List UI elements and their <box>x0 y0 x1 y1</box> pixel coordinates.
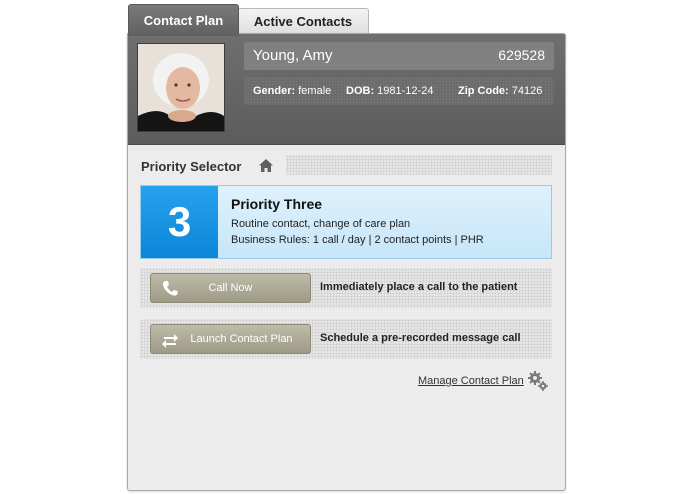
patient-name: Young, Amy <box>253 47 333 64</box>
call-now-row: Call Now Immediately place a call to the… <box>140 268 552 308</box>
gear-icon[interactable] <box>527 370 549 392</box>
call-now-label: Call Now <box>208 282 253 294</box>
priority-selector-divider <box>286 155 552 175</box>
launch-contact-plan-button[interactable]: Launch Contact Plan <box>150 324 311 354</box>
zip-value: 74126 <box>511 85 543 97</box>
dob-label: DOB: <box>346 85 375 97</box>
dob-value: 1981-12-24 <box>377 85 434 97</box>
patient-details: Gender: female DOB: 1981-12-24 Zip Code:… <box>244 77 554 105</box>
home-icon[interactable] <box>258 158 274 173</box>
priority-description: Routine contact, change of care plan <box>231 218 411 230</box>
patient-id: 629528 <box>498 47 545 63</box>
priority-title: Priority Three <box>231 196 323 212</box>
gender-label: Gender: <box>253 85 296 97</box>
call-now-button[interactable]: Call Now <box>150 273 311 303</box>
priority-card[interactable]: 3 Priority Three Routine contact, change… <box>140 185 552 259</box>
zip-label: Zip Code: <box>458 85 509 97</box>
call-now-description: Immediately place a call to the patient <box>320 281 518 293</box>
gender-value: female <box>298 85 332 97</box>
contact-plan-panel: Young, Amy 629528 Gender: female DOB: 19… <box>127 33 566 491</box>
manage-contact-plan-link[interactable]: Manage Contact Plan <box>418 375 524 387</box>
tab-active-contacts[interactable]: Active Contacts <box>237 8 369 34</box>
patient-header: Young, Amy 629528 Gender: female DOB: 19… <box>128 34 565 145</box>
launch-contact-plan-label: Launch Contact Plan <box>190 333 293 345</box>
priority-selector-title: Priority Selector <box>141 159 242 174</box>
priority-number: 3 <box>141 186 218 258</box>
patient-photo <box>137 43 225 132</box>
tab-contact-plan[interactable]: Contact Plan <box>128 4 239 36</box>
launch-contact-plan-row: Launch Contact Plan Schedule a pre-recor… <box>140 319 552 359</box>
launch-contact-plan-description: Schedule a pre-recorded message call <box>320 332 521 344</box>
priority-business-rules: Business Rules: 1 call / day | 2 contact… <box>231 234 484 246</box>
patient-name-bar: Young, Amy 629528 <box>244 42 554 70</box>
